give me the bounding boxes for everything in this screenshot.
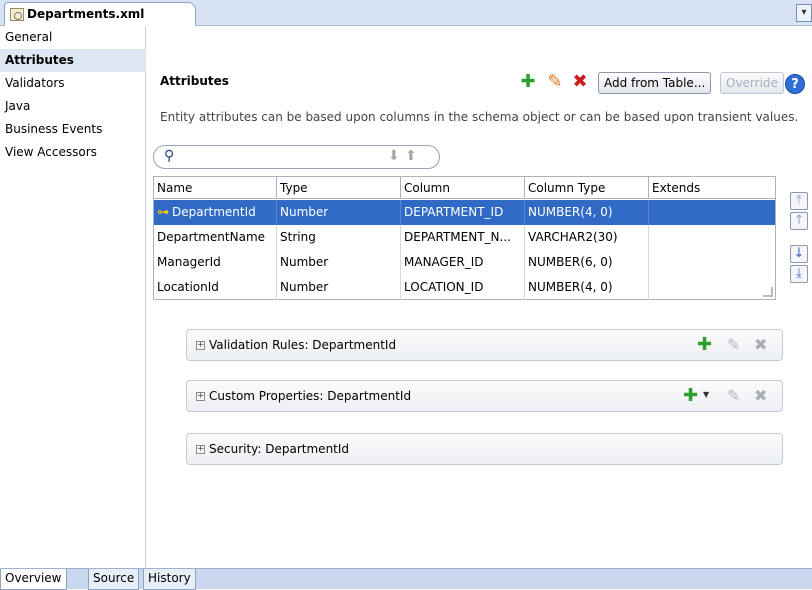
column-header-extends[interactable]: Extends <box>649 177 775 199</box>
cell-name: ManagerId <box>154 250 277 275</box>
chevron-down-icon[interactable]: ▼ <box>703 390 709 399</box>
edit-custom-property-icon[interactable]: ✎ <box>727 386 740 405</box>
column-header-column-type[interactable]: Column Type <box>525 177 649 199</box>
cell-name: ⊶ DepartmentId <box>154 200 277 225</box>
cell-column-type: NUMBER(4, 0) <box>525 200 649 225</box>
cell-extends <box>649 200 775 225</box>
editor-tab-label: Departments.xml <box>27 7 145 21</box>
xml-file-icon <box>10 8 24 21</box>
move-to-bottom-icon[interactable]: ⤓ <box>790 265 808 283</box>
cell-type: String <box>277 225 401 250</box>
attributes-table: Name Type Column Column Type Extends ⊶ De… <box>153 176 776 300</box>
cell-column-type: NUMBER(4, 0) <box>525 275 649 300</box>
expand-icon[interactable]: + <box>196 341 205 350</box>
cell-name-text: DepartmentId <box>172 205 256 219</box>
table-header: Name Type Column Column Type Extends <box>154 177 775 199</box>
sort-descending-icon[interactable]: ⬇ <box>388 148 400 164</box>
sort-ascending-icon[interactable]: ⬆ <box>405 148 417 164</box>
help-icon[interactable]: ? <box>785 74 805 94</box>
attributes-description: Entity attributes can be based upon colu… <box>160 110 799 124</box>
resize-grip-icon[interactable] <box>763 287 773 297</box>
custom-properties-panel[interactable]: + Custom Properties: DepartmentId ✚ ▼ ✎ … <box>186 380 783 412</box>
add-custom-property-icon[interactable]: ✚ <box>683 385 698 406</box>
move-to-top-icon[interactable]: ⤒ <box>790 192 808 210</box>
cell-name: LocationId <box>154 275 277 300</box>
override-button[interactable]: Override <box>720 72 784 94</box>
editor-tab-strip: Departments.xml ▾ <box>0 0 812 26</box>
cell-column-type: VARCHAR2(30) <box>525 225 649 250</box>
table-row[interactable]: ManagerId Number MANAGER_ID NUMBER(6, 0) <box>154 250 775 275</box>
tab-source[interactable]: Source <box>88 569 140 590</box>
cell-column-type: NUMBER(6, 0) <box>525 250 649 275</box>
editor-bottom-tabs: Overview Source History <box>0 568 812 590</box>
table-row[interactable]: ⊶ DepartmentId Number DEPARTMENT_ID NUMBE… <box>154 200 775 225</box>
delete-validation-rule-icon[interactable]: ✖ <box>754 335 767 354</box>
binoculars-search-icon[interactable]: ⚲ <box>164 148 174 164</box>
nav-item-validators[interactable]: Validators <box>0 72 146 95</box>
panel-title: Custom Properties: DepartmentId <box>209 389 412 403</box>
nav-item-business-events[interactable]: Business Events <box>0 118 146 141</box>
editor-tab-departments[interactable]: Departments.xml <box>4 2 196 26</box>
tab-list-dropdown[interactable]: ▾ <box>796 4 812 22</box>
cell-column: DEPARTMENT_N... <box>401 225 525 250</box>
cell-extends <box>649 250 775 275</box>
column-header-column[interactable]: Column <box>401 177 525 199</box>
nav-item-general[interactable]: General <box>0 26 146 49</box>
overview-navigator: General Attributes Validators Java Busin… <box>0 26 146 570</box>
expand-icon[interactable]: + <box>196 445 205 454</box>
cell-type: Number <box>277 275 401 300</box>
add-from-table-button[interactable]: Add from Table... <box>598 72 712 94</box>
security-panel[interactable]: + Security: DepartmentId <box>186 433 783 465</box>
cell-column: MANAGER_ID <box>401 250 525 275</box>
validation-rules-panel[interactable]: + Validation Rules: DepartmentId ✚ ✎ ✖ <box>186 329 783 361</box>
tab-history[interactable]: History <box>143 569 196 590</box>
cell-extends <box>649 225 775 250</box>
table-row[interactable]: DepartmentName String DEPARTMENT_N... VA… <box>154 225 775 250</box>
table-row[interactable]: LocationId Number LOCATION_ID NUMBER(4, … <box>154 275 775 300</box>
cell-column: DEPARTMENT_ID <box>401 200 525 225</box>
attribute-search-bar[interactable]: ⚲ ⬇ ⬆ <box>153 145 440 169</box>
primary-key-icon: ⊶ <box>157 205 169 219</box>
add-attribute-icon[interactable]: ✚ <box>518 72 538 92</box>
column-header-type[interactable]: Type <box>277 177 401 199</box>
section-title: Attributes <box>160 74 229 88</box>
add-validation-rule-icon[interactable]: ✚ <box>697 334 712 355</box>
move-down-icon[interactable]: ↓ <box>790 245 808 263</box>
panel-title: Validation Rules: DepartmentId <box>209 338 397 352</box>
nav-item-view-accessors[interactable]: View Accessors <box>0 141 146 164</box>
column-header-name[interactable]: Name <box>154 177 277 199</box>
delete-custom-property-icon[interactable]: ✖ <box>754 386 767 405</box>
move-up-icon[interactable]: ↑ <box>790 212 808 230</box>
nav-item-java[interactable]: Java <box>0 95 146 118</box>
cell-type: Number <box>277 250 401 275</box>
cell-type: Number <box>277 200 401 225</box>
cell-extends <box>649 275 775 300</box>
delete-attribute-icon[interactable]: ✖ <box>570 72 590 92</box>
edit-validation-rule-icon[interactable]: ✎ <box>727 335 740 354</box>
panel-title: Security: DepartmentId <box>209 442 350 456</box>
expand-icon[interactable]: + <box>196 392 205 401</box>
nav-item-attributes[interactable]: Attributes <box>0 49 146 72</box>
tab-overview[interactable]: Overview <box>0 569 67 590</box>
cell-name: DepartmentName <box>154 225 277 250</box>
cell-column: LOCATION_ID <box>401 275 525 300</box>
edit-attribute-icon[interactable]: ✎ <box>545 72 565 92</box>
